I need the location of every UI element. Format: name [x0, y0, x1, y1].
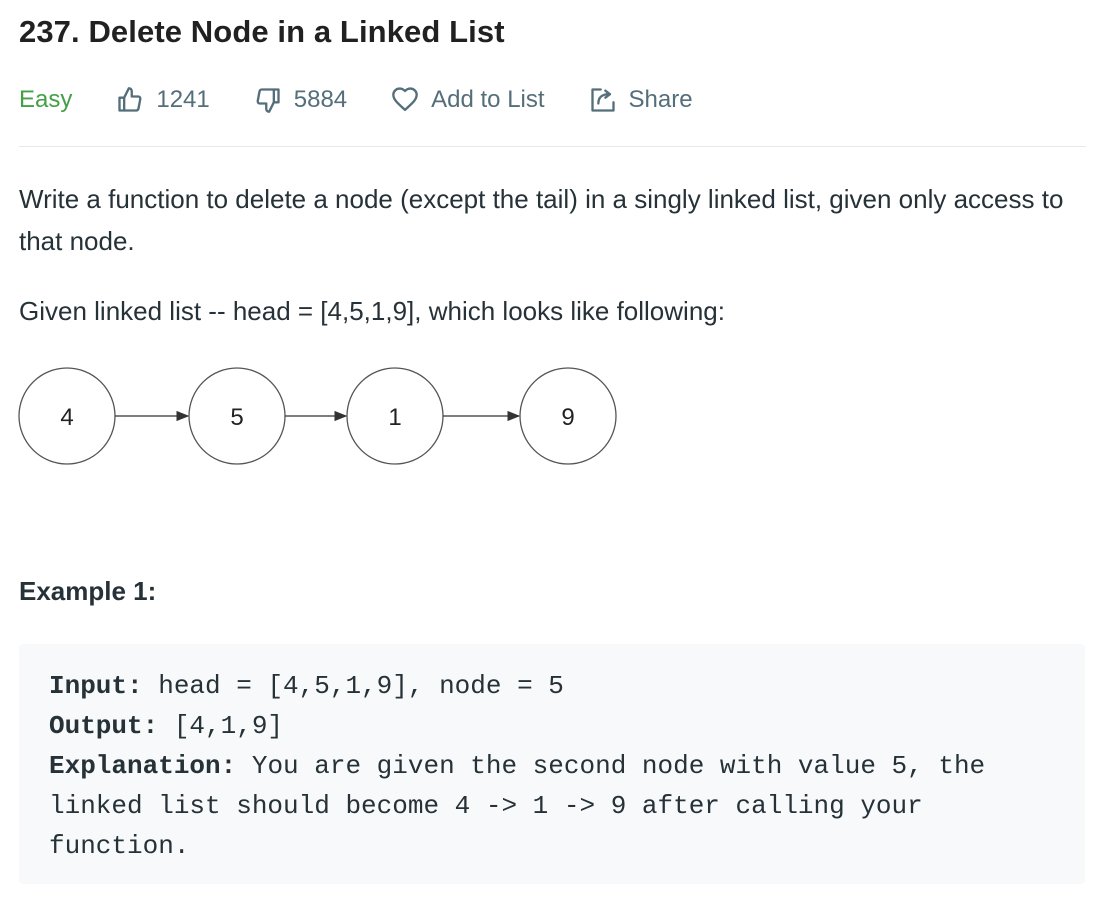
header-divider [19, 146, 1086, 147]
thumbs-up-icon [116, 86, 144, 114]
explanation-label: Explanation: [49, 751, 237, 781]
output-label: Output: [49, 711, 159, 741]
given-linked-list-text: Given linked list -- head = [4,5,1,9], w… [19, 296, 725, 326]
list-node-value: 5 [230, 404, 243, 431]
like-count: 1241 [156, 86, 210, 113]
dislike-button[interactable]: 5884 [254, 86, 347, 114]
difficulty-badge: Easy [19, 86, 73, 113]
share-label: Share [628, 86, 693, 113]
example-code-block: Input: head = [4,5,1,9], node = 5 Output… [19, 644, 1085, 884]
problem-meta-bar: Easy 1241 5884 Add to List Share [19, 80, 693, 120]
input-label: Input: [49, 671, 143, 701]
output-value: [4,1,9] [158, 711, 284, 741]
share-button[interactable]: Share [589, 86, 693, 114]
share-icon [589, 86, 617, 114]
add-to-list-button[interactable]: Add to List [391, 86, 545, 114]
example-code-text: Input: head = [4,5,1,9], node = 5 Output… [49, 666, 1059, 866]
example-title: Example 1: [19, 576, 157, 606]
linked-list-svg: 4 5 1 9 [18, 367, 617, 465]
linked-list-diagram: 4 5 1 9 [14, 362, 624, 472]
problem-title: 237. Delete Node in a Linked List [19, 14, 505, 49]
dislike-count: 5884 [293, 86, 348, 113]
heart-icon [391, 86, 419, 114]
list-node-value: 4 [60, 404, 73, 431]
input-value: head = [4,5,1,9], node = 5 [142, 671, 564, 701]
list-node-value: 9 [561, 404, 574, 431]
problem-description: Write a function to delete a node (excep… [19, 184, 1064, 256]
list-node-value: 1 [388, 404, 401, 431]
thumbs-down-icon [254, 86, 282, 114]
like-button[interactable]: 1241 [116, 86, 210, 114]
add-to-list-label: Add to List [431, 86, 545, 113]
